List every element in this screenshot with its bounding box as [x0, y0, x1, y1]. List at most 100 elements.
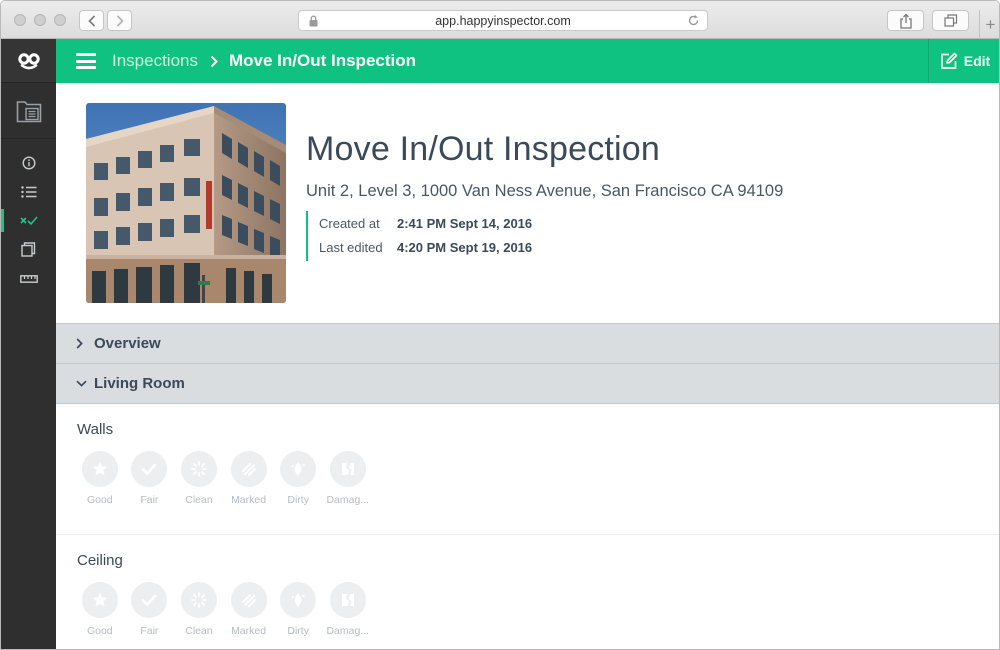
- rating-options: Good Fair Clean Marked Dirty Damag...: [77, 582, 999, 637]
- tabs-icon: [943, 14, 957, 27]
- created-label: Created at: [319, 215, 380, 231]
- chevron-right-icon: [116, 14, 124, 27]
- rating-good[interactable]: Good: [73, 582, 127, 637]
- list-icon: [20, 185, 36, 198]
- rail-copy[interactable]: [1, 235, 56, 264]
- rating-good[interactable]: Good: [73, 451, 127, 506]
- section-living-room-label: Living Room: [94, 375, 185, 392]
- damaged-icon: [341, 463, 354, 475]
- share-icon: [899, 13, 912, 29]
- browser-toolbar: app.happyinspector.com +: [1, 1, 999, 39]
- property-address: Unit 2, Level 3, 1000 Van Ness Avenue, S…: [306, 182, 784, 200]
- section-overview[interactable]: Overview: [56, 323, 999, 363]
- edited-value: 4:20 PM Sept 19, 2016: [397, 239, 533, 255]
- check-icon: [142, 594, 157, 607]
- rating-label: Marked: [231, 494, 267, 506]
- ruler-icon: [19, 274, 38, 283]
- menu-icon[interactable]: [76, 53, 96, 69]
- sparkle-icon: [191, 592, 207, 608]
- rating-dirty[interactable]: Dirty: [271, 582, 325, 637]
- check-icon: [142, 463, 157, 476]
- chevron-right-icon: [210, 55, 218, 68]
- dirt-icon: [291, 462, 305, 476]
- rating-damaged[interactable]: Damag...: [321, 451, 375, 506]
- inspection-item-ceiling: Ceiling Good Fair Clean Marked Dirty Dam…: [56, 535, 999, 649]
- rail-list[interactable]: [1, 177, 56, 206]
- item-title: Ceiling: [77, 552, 123, 569]
- copy-icon: [21, 242, 36, 257]
- rating-marked[interactable]: Marked: [222, 451, 276, 506]
- marked-icon: [241, 594, 256, 607]
- section-overview-label: Overview: [94, 335, 161, 352]
- inspection-header: Move In/Out Inspection Unit 2, Level 3, …: [56, 83, 999, 323]
- rating-options: Good Fair Clean Marked Dirty Damag...: [77, 451, 999, 506]
- rating-label: Clean: [185, 494, 213, 506]
- rail-inspection[interactable]: [1, 206, 56, 235]
- property-photo: [86, 103, 286, 303]
- rail-measure[interactable]: [1, 264, 56, 293]
- section-living-room[interactable]: Living Room: [56, 363, 999, 403]
- address-bar[interactable]: app.happyinspector.com: [298, 10, 708, 31]
- edit-label: Edit: [963, 53, 991, 69]
- rating-damaged[interactable]: Damag...: [321, 582, 375, 637]
- damaged-icon: [341, 594, 354, 606]
- sparkle-icon: [191, 461, 207, 477]
- rating-label: Marked: [231, 625, 267, 637]
- edit-icon: [940, 52, 958, 69]
- rating-fair[interactable]: Fair: [123, 451, 177, 506]
- rating-label: Dirty: [287, 625, 309, 637]
- created-value: 2:41 PM Sept 14, 2016: [397, 215, 533, 231]
- star-icon: [92, 592, 108, 607]
- url-text: app.happyinspector.com: [435, 13, 571, 28]
- rating-label: Good: [86, 625, 113, 637]
- breadcrumb-inspections[interactable]: Inspections: [112, 51, 198, 71]
- rating-label: Dirty: [287, 494, 309, 506]
- new-tab-button[interactable]: +: [979, 10, 999, 39]
- reload-icon[interactable]: [687, 14, 700, 27]
- rating-fair[interactable]: Fair: [123, 582, 177, 637]
- rail-documents[interactable]: [1, 83, 56, 139]
- edited-label: Last edited: [319, 239, 383, 255]
- side-rail: [1, 39, 56, 649]
- rating-label: Fair: [140, 494, 159, 506]
- rating-label: Good: [86, 494, 113, 506]
- app-logo[interactable]: [1, 39, 56, 83]
- rating-clean[interactable]: Clean: [172, 451, 226, 506]
- folder-list-icon: [16, 100, 41, 122]
- star-icon: [92, 461, 108, 476]
- browser-window: app.happyinspector.com + Inspections Mov…: [0, 0, 1000, 650]
- lock-icon: [309, 15, 318, 27]
- breadcrumb-current: Move In/Out Inspection: [229, 51, 417, 70]
- living-room-items: Walls Good Fair Clean Marked Dirty Damag…: [56, 403, 999, 649]
- page-title: Move In/Out Inspection: [306, 130, 661, 168]
- tabs-button[interactable]: [932, 10, 969, 31]
- dirt-icon: [291, 593, 305, 607]
- happyco-logo-icon: [17, 52, 40, 69]
- close-window-button[interactable]: [14, 14, 26, 26]
- share-button[interactable]: [887, 10, 924, 31]
- rating-marked[interactable]: Marked: [222, 582, 276, 637]
- chevron-right-icon: [76, 338, 94, 349]
- main-content: Move In/Out Inspection Unit 2, Level 3, …: [56, 83, 999, 649]
- chevron-down-icon: [76, 380, 94, 387]
- minimize-window-button[interactable]: [34, 14, 46, 26]
- forward-button[interactable]: [107, 10, 132, 31]
- back-button[interactable]: [79, 10, 104, 31]
- rating-dirty[interactable]: Dirty: [271, 451, 325, 506]
- rating-label: Fair: [140, 625, 159, 637]
- check-cross-icon: [19, 216, 38, 226]
- inspection-meta: Created at 2:41 PM Sept 14, 2016 Last ed…: [306, 211, 532, 261]
- edit-button[interactable]: Edit: [928, 39, 999, 83]
- inspection-item-walls: Walls Good Fair Clean Marked Dirty Damag…: [56, 404, 999, 535]
- rail-info[interactable]: [1, 148, 56, 177]
- rating-clean[interactable]: Clean: [172, 582, 226, 637]
- marked-icon: [241, 463, 256, 476]
- rating-label: Damag...: [326, 625, 370, 637]
- item-title: Walls: [77, 421, 114, 438]
- app-header: Inspections Move In/Out Inspection Edit: [56, 39, 999, 83]
- chevron-left-icon: [87, 14, 95, 27]
- rating-label: Clean: [185, 625, 213, 637]
- rating-label: Damag...: [326, 494, 370, 506]
- zoom-window-button[interactable]: [54, 14, 66, 26]
- info-icon: [21, 155, 36, 170]
